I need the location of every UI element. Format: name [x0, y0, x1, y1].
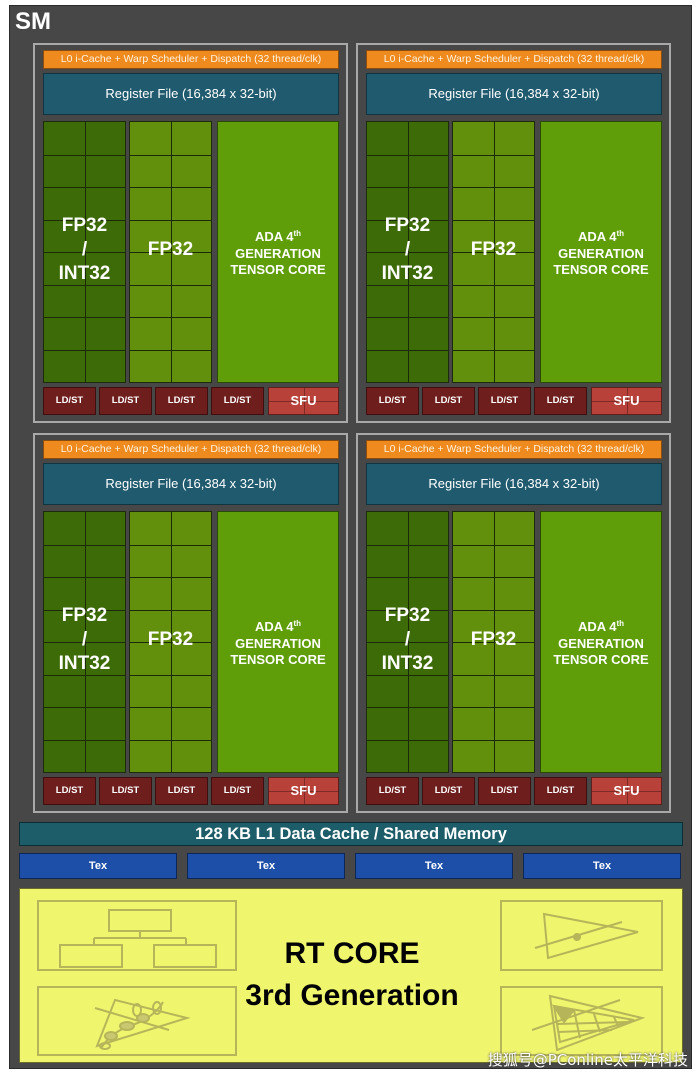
- tensor-core: ADA 4th GENERATION TENSOR CORE: [540, 121, 662, 383]
- fp32-int32-cores: FP32/INT32: [43, 121, 126, 383]
- ld-st-unit: LD/ST: [366, 777, 419, 805]
- ld-st-unit: LD/ST: [478, 387, 531, 415]
- l1-data-cache-shared-memory: 128 KB L1 Data Cache / Shared Memory: [19, 822, 683, 846]
- tex-unit: Tex: [523, 853, 681, 879]
- sfu-unit: SFU: [591, 777, 662, 805]
- fp32-int32-cores: FP32/INT32: [366, 511, 449, 773]
- watermark: 搜狐号@PConline太平洋科技: [487, 1051, 688, 1069]
- sfu-unit: SFU: [268, 387, 339, 415]
- sm-partition: L0 i-Cache + Warp Scheduler + Dispatch (…: [356, 433, 671, 813]
- sfu-unit: SFU: [591, 387, 662, 415]
- ld-st-unit: LD/ST: [534, 387, 587, 415]
- fp32-int32-cores: FP32/INT32: [366, 121, 449, 383]
- load-store-sfu-row: LD/ST LD/ST LD/ST LD/ST SFU: [43, 387, 339, 415]
- opacity-micromap-icon: [37, 986, 237, 1056]
- load-store-sfu-row: LD/ST LD/ST LD/ST LD/ST SFU: [43, 777, 339, 805]
- sm-block: SM L0 i-Cache + Warp Scheduler + Dispatc…: [9, 5, 692, 1069]
- ld-st-unit: LD/ST: [43, 777, 96, 805]
- ld-st-unit: LD/ST: [155, 387, 208, 415]
- l0-icache-warp-scheduler: L0 i-Cache + Warp Scheduler + Dispatch (…: [366, 50, 662, 69]
- fp32-label: FP32: [470, 629, 517, 650]
- fp32-int32-label: FP32/INT32: [381, 215, 434, 284]
- ld-st-unit: LD/ST: [43, 387, 96, 415]
- ray-triangle-intersection-icon: [500, 900, 663, 971]
- ld-st-unit: LD/ST: [478, 777, 531, 805]
- rt-core-title: RT CORE 3rd Generation: [245, 937, 459, 1012]
- fp32-label: FP32: [470, 239, 517, 260]
- load-store-sfu-row: LD/ST LD/ST LD/ST LD/ST SFU: [366, 777, 662, 805]
- tensor-core-label: ADA 4th GENERATION TENSOR CORE: [230, 229, 326, 277]
- ld-st-unit: LD/ST: [155, 777, 208, 805]
- fp32-cores: FP32: [452, 121, 535, 383]
- tensor-core: ADA 4th GENERATION TENSOR CORE: [217, 511, 339, 773]
- fp32-cores: FP32: [129, 511, 212, 773]
- tensor-core: ADA 4th GENERATION TENSOR CORE: [540, 511, 662, 773]
- tensor-core-label: ADA 4th GENERATION TENSOR CORE: [230, 619, 326, 667]
- register-file: Register File (16,384 x 32-bit): [43, 73, 339, 115]
- ld-st-unit: LD/ST: [211, 387, 264, 415]
- tex-unit: Tex: [187, 853, 345, 879]
- sm-title: SM: [15, 8, 51, 35]
- ld-st-unit: LD/ST: [211, 777, 264, 805]
- displaced-micromesh-icon: [500, 986, 663, 1056]
- ld-st-unit: LD/ST: [534, 777, 587, 805]
- l0-icache-warp-scheduler: L0 i-Cache + Warp Scheduler + Dispatch (…: [43, 440, 339, 459]
- sfu-unit: SFU: [268, 777, 339, 805]
- tex-unit: Tex: [19, 853, 177, 879]
- sm-partition: L0 i-Cache + Warp Scheduler + Dispatch (…: [33, 433, 348, 813]
- ld-st-unit: LD/ST: [99, 777, 152, 805]
- fp32-cores: FP32: [452, 511, 535, 773]
- tensor-core-label: ADA 4th GENERATION TENSOR CORE: [553, 619, 649, 667]
- load-store-sfu-row: LD/ST LD/ST LD/ST LD/ST SFU: [366, 387, 662, 415]
- l0-icache-warp-scheduler: L0 i-Cache + Warp Scheduler + Dispatch (…: [366, 440, 662, 459]
- ld-st-unit: LD/ST: [366, 387, 419, 415]
- sm-partition: L0 i-Cache + Warp Scheduler + Dispatch (…: [356, 43, 671, 423]
- ld-st-unit: LD/ST: [422, 777, 475, 805]
- fp32-int32-label: FP32/INT32: [58, 215, 111, 284]
- register-file: Register File (16,384 x 32-bit): [366, 73, 662, 115]
- fp32-label: FP32: [147, 239, 194, 260]
- register-file: Register File (16,384 x 32-bit): [43, 463, 339, 505]
- tex-unit: Tex: [355, 853, 513, 879]
- fp32-label: FP32: [147, 629, 194, 650]
- fp32-cores: FP32: [129, 121, 212, 383]
- ld-st-unit: LD/ST: [99, 387, 152, 415]
- bvh-tree-icon: [37, 900, 237, 971]
- sm-partition: L0 i-Cache + Warp Scheduler + Dispatch (…: [33, 43, 348, 423]
- fp32-int32-cores: FP32/INT32: [43, 511, 126, 773]
- l0-icache-warp-scheduler: L0 i-Cache + Warp Scheduler + Dispatch (…: [43, 50, 339, 69]
- tensor-core: ADA 4th GENERATION TENSOR CORE: [217, 121, 339, 383]
- tensor-core-label: ADA 4th GENERATION TENSOR CORE: [553, 229, 649, 277]
- fp32-int32-label: FP32/INT32: [58, 605, 111, 674]
- rt-core: RT CORE 3rd Generation: [19, 888, 683, 1063]
- ld-st-unit: LD/ST: [422, 387, 475, 415]
- register-file: Register File (16,384 x 32-bit): [366, 463, 662, 505]
- fp32-int32-label: FP32/INT32: [381, 605, 434, 674]
